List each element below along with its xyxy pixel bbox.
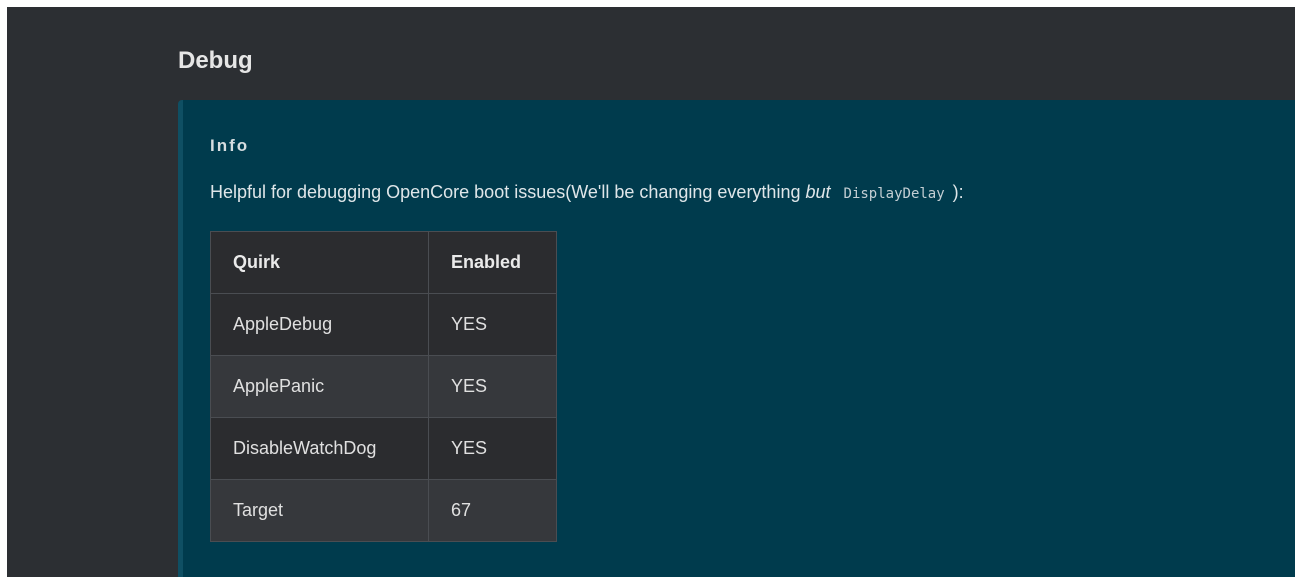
cell-enabled: YES: [428, 293, 557, 356]
cell-enabled: YES: [428, 355, 557, 418]
cell-quirk: ApplePanic: [210, 355, 429, 418]
info-text-emphasis: but: [805, 182, 831, 202]
cell-quirk: DisableWatchDog: [210, 417, 429, 480]
page-title: Debug: [178, 47, 253, 74]
cell-enabled: YES: [428, 417, 557, 480]
table-row: Target 67: [210, 479, 557, 542]
content-frame: Debug Info Helpful for debugging OpenCor…: [7, 7, 1295, 577]
quirks-table: Quirk Enabled AppleDebug YES ApplePanic …: [210, 231, 557, 542]
cell-enabled: 67: [428, 479, 557, 542]
table-row: DisableWatchDog YES: [210, 417, 557, 480]
table-header-row: Quirk Enabled: [210, 231, 557, 294]
info-title: Info: [210, 136, 250, 155]
header-enabled: Enabled: [428, 231, 557, 294]
header-quirk: Quirk: [210, 231, 429, 294]
inline-code-displaydelay: DisplayDelay: [843, 186, 945, 202]
cell-quirk: Target: [210, 479, 429, 542]
table-row: AppleDebug YES: [210, 293, 557, 356]
info-callout: Info Helpful for debugging OpenCore boot…: [178, 100, 1295, 577]
table-row: ApplePanic YES: [210, 355, 557, 418]
info-text-before: Helpful for debugging OpenCore boot issu…: [210, 182, 806, 202]
cell-quirk: AppleDebug: [210, 293, 429, 356]
info-text-after: ):: [952, 182, 964, 202]
info-description: Helpful for debugging OpenCore boot issu…: [210, 182, 964, 203]
